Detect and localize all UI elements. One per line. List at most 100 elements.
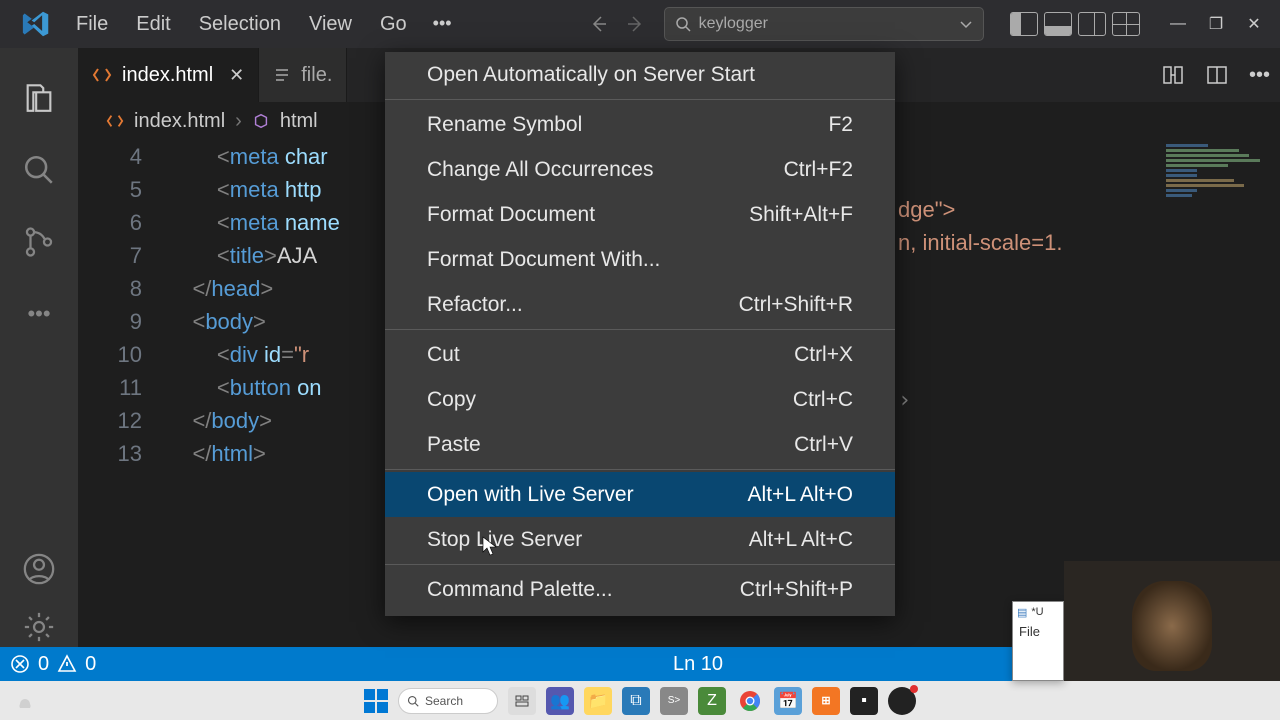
menu-view[interactable]: View [297, 7, 364, 42]
taskbar-search-placeholder: Search [425, 694, 463, 708]
terminal-icon[interactable]: ▪ [850, 687, 878, 715]
diff-icon[interactable] [1161, 63, 1185, 87]
menu-separator [385, 99, 895, 100]
split-editor-icon[interactable] [1205, 63, 1229, 87]
more-activity-icon[interactable]: ••• [17, 292, 61, 336]
code-text[interactable]: <title>AJA [168, 239, 317, 272]
crumb-file[interactable]: index.html [134, 110, 225, 133]
context-menu-item[interactable]: Rename Symbol F2 [385, 102, 895, 147]
tab-file[interactable]: file. [259, 48, 347, 102]
menu-selection[interactable]: Selection [187, 7, 293, 42]
menu-item-shortcut: Shift+Alt+F [749, 203, 853, 227]
toggle-secondary-sidebar-button[interactable] [1078, 12, 1106, 36]
context-menu-item[interactable]: Stop Live ServerAlt+L Alt+C [385, 517, 895, 562]
file-explorer-icon[interactable]: 📁 [584, 687, 612, 715]
app-icon[interactable]: S> [660, 687, 688, 715]
search-activity-icon[interactable] [17, 148, 61, 192]
toggle-primary-sidebar-button[interactable] [1010, 12, 1038, 36]
line-number: 10 [78, 338, 168, 371]
context-menu-item[interactable]: Open with Live ServerAlt+L Alt+O [385, 472, 895, 517]
xampp-icon[interactable]: ⊞ [812, 687, 840, 715]
app-icon[interactable]: Z [698, 687, 726, 715]
chevron-down-icon[interactable] [959, 17, 973, 31]
code-text[interactable]: <button on [168, 371, 322, 404]
code-text[interactable]: <meta char [168, 140, 328, 173]
search-icon [407, 695, 419, 707]
context-menu-item[interactable]: Command Palette... Ctrl+Shift+P [385, 567, 895, 612]
menu-go[interactable]: Go [368, 7, 419, 42]
more-actions-icon[interactable]: ••• [1249, 64, 1270, 87]
notepad-menu-file[interactable]: File [1013, 622, 1063, 641]
error-icon[interactable] [10, 654, 30, 674]
tab-index-html[interactable]: index.html ✕ [78, 48, 259, 102]
menu-separator [385, 329, 895, 330]
menu-item-shortcut: F2 [828, 113, 853, 137]
chevron-right-icon: › [235, 110, 242, 133]
code-text[interactable]: <body> [168, 305, 266, 338]
nav-forward-icon[interactable] [620, 8, 652, 40]
line-number: 11 [78, 371, 168, 404]
menu-item-shortcut: Ctrl+Shift+R [739, 293, 853, 317]
source-control-icon[interactable] [17, 220, 61, 264]
context-menu-item[interactable]: Refactor...Ctrl+Shift+R [385, 282, 895, 327]
code-text[interactable]: </head> [168, 272, 273, 305]
tab-label: file. [301, 64, 332, 87]
code-text[interactable]: <meta name [168, 206, 340, 239]
settings-gear-icon[interactable] [17, 605, 61, 649]
vscode-taskbar-icon[interactable]: ⧉ [622, 687, 650, 715]
start-button[interactable] [364, 689, 388, 713]
toggle-panel-button[interactable] [1044, 12, 1072, 36]
line-number: 13 [78, 437, 168, 470]
code-text[interactable]: </body> [168, 404, 272, 437]
calendar-icon[interactable]: 📅 [774, 687, 802, 715]
context-menu: Open Automatically on Server Start Rename… [385, 52, 895, 616]
minimap[interactable] [1156, 140, 1280, 340]
menu-item-shortcut: Ctrl+X [794, 343, 853, 367]
warning-count[interactable]: 0 [85, 653, 96, 676]
context-menu-item[interactable]: Format DocumentShift+Alt+F [385, 192, 895, 237]
menu-edit[interactable]: Edit [124, 7, 182, 42]
context-menu-item[interactable]: Open Automatically on Server Start [385, 52, 895, 97]
html-file-icon [92, 65, 112, 85]
menu-bar: File Edit Selection View Go ••• [64, 7, 462, 42]
menu-more-icon[interactable]: ••• [423, 7, 462, 42]
menu-item-label: Copy [427, 388, 476, 412]
menu-item-label: Open Automatically on Server Start [427, 63, 755, 87]
customize-layout-button[interactable] [1112, 12, 1140, 36]
notepad-window[interactable]: ▤*U File [1012, 601, 1064, 681]
task-view-icon[interactable] [508, 687, 536, 715]
weather-widget-icon[interactable] [14, 690, 36, 712]
obs-icon[interactable] [888, 687, 916, 715]
line-number: 12 [78, 404, 168, 437]
window-minimize-button[interactable]: — [1168, 14, 1188, 34]
explorer-icon[interactable] [17, 76, 61, 120]
code-text[interactable]: <div id="r [168, 338, 309, 371]
symbol-icon [252, 112, 270, 130]
error-count[interactable]: 0 [38, 653, 49, 676]
line-number: 8 [78, 272, 168, 305]
cursor-position[interactable]: Ln 10 [673, 653, 723, 676]
menu-item-shortcut: Ctrl+Shift+P [740, 578, 853, 602]
menu-item-label: Command Palette... [427, 578, 613, 602]
context-menu-item[interactable]: Cut Ctrl+X [385, 332, 895, 377]
context-menu-item[interactable]: PasteCtrl+V [385, 422, 895, 467]
warning-icon[interactable] [57, 654, 77, 674]
accounts-icon[interactable] [17, 547, 61, 591]
teams-icon[interactable]: 👥 [546, 687, 574, 715]
menu-file[interactable]: File [64, 7, 120, 42]
window-maximize-button[interactable]: ❐ [1206, 14, 1226, 34]
tab-close-icon[interactable]: ✕ [229, 65, 244, 86]
code-text[interactable]: <meta http [168, 173, 322, 206]
command-center-search[interactable]: keylogger [664, 7, 984, 41]
context-menu-item[interactable]: Format Document With... [385, 237, 895, 282]
nav-back-icon[interactable] [582, 8, 614, 40]
window-close-button[interactable]: ✕ [1244, 14, 1264, 34]
context-menu-item[interactable]: CopyCtrl+C [385, 377, 895, 422]
crumb-symbol[interactable]: html [280, 110, 318, 133]
context-menu-item[interactable]: Change All OccurrencesCtrl+F2 [385, 147, 895, 192]
menu-item-label: Rename Symbol [427, 113, 582, 137]
code-text[interactable]: </html> [168, 437, 266, 470]
menu-item-label: Cut [427, 343, 460, 367]
taskbar-search[interactable]: Search [398, 688, 498, 714]
chrome-icon[interactable] [736, 687, 764, 715]
